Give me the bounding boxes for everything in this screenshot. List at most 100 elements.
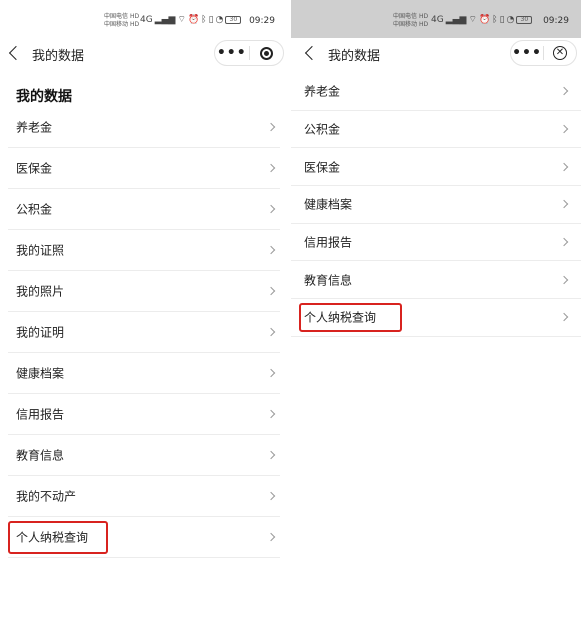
carrier-1: 中国电信 [393, 13, 418, 20]
nav-bar: 我的数据 ••• ✕ [291, 38, 581, 68]
page-heading: 我的数据 [16, 89, 72, 105]
network-badge-1: HD [129, 13, 140, 20]
close-mini-program-button[interactable]: ✕ [544, 41, 576, 65]
list-item[interactable]: 信用报告 [8, 394, 280, 435]
chevron-right-icon [266, 409, 276, 419]
target-close-icon [259, 46, 273, 60]
list-item[interactable]: 养老金 [291, 73, 581, 111]
speed-icon: ◔ [506, 15, 515, 25]
chevron-right-icon [266, 122, 276, 132]
vibrate-icon: ▯ [208, 15, 214, 25]
list-item-label: 公积金 [16, 202, 53, 217]
network-badge-2: HD [129, 21, 140, 28]
nav-title: 我的数据 [32, 49, 85, 64]
list-item-label: 我的证明 [16, 325, 65, 340]
nav-title: 我的数据 [328, 49, 381, 64]
list-item[interactable]: 教育信息 [291, 261, 581, 300]
right-phone-screen: 中国电信 HD 中国移动 HD 4G ▂▄▆ ⌔ ⏰ ᛒ ▯ ◔ 30 09:2… [291, 0, 581, 640]
chevron-right-icon [559, 87, 569, 96]
list-item[interactable]: 公积金 [291, 111, 581, 149]
chevron-right-icon [266, 245, 276, 255]
bluetooth-icon: ᛒ [201, 15, 207, 25]
list-item[interactable]: 信用报告 [291, 224, 581, 262]
status-bar: 中国电信 HD 中国移动 HD 4G ▂▄▆ ⌔ ⏰ ᛒ ▯ ◔ 30 09:2… [291, 0, 581, 38]
list-item[interactable]: 健康档案 [291, 186, 581, 224]
list-item[interactable]: 养老金 [8, 107, 280, 148]
chevron-right-icon [266, 286, 276, 296]
chevron-right-icon [559, 237, 569, 247]
carrier-info: 中国电信 HD 中国移动 HD [393, 13, 428, 29]
chevron-right-icon [266, 368, 276, 378]
list-item-label: 养老金 [304, 84, 341, 99]
data-list: 养老金 医保金 公积金 我的证照 我的照片 我的证明 健康档案 信用报告 教育信… [0, 107, 280, 558]
carrier-2: 中国移动 [104, 21, 129, 28]
list-item-label: 健康档案 [16, 366, 65, 381]
list-item-label: 医保金 [16, 161, 53, 176]
chevron-right-icon [266, 450, 276, 460]
close-circle-icon: ✕ [553, 46, 567, 60]
status-time: 09:29 [543, 16, 569, 26]
battery-icon: 30 [516, 16, 533, 24]
signal-icon: 4G [431, 15, 444, 25]
alarm-icon: ⏰ [478, 15, 491, 25]
chevron-right-icon [559, 200, 569, 209]
battery-icon: 30 [225, 16, 242, 24]
speed-icon: ◔ [215, 15, 224, 25]
chevron-right-icon [266, 491, 276, 501]
list-item-label: 公积金 [304, 122, 341, 137]
signal-icon: 4G [140, 15, 153, 25]
list-item[interactable]: 健康档案 [8, 353, 280, 394]
list-item-label: 个人纳税查询 [16, 530, 89, 545]
list-item-tax-query[interactable]: 个人纳税查询 [8, 517, 280, 558]
list-item[interactable]: 医保金 [8, 148, 280, 189]
network-badge-2: HD [418, 21, 429, 28]
list-item-label: 健康档案 [304, 197, 353, 212]
list-item[interactable]: 医保金 [291, 148, 581, 187]
signal-bars-icon: ▂▄▆ [445, 15, 467, 25]
list-item[interactable]: 我的证明 [8, 312, 280, 353]
chevron-right-icon [266, 532, 276, 542]
list-item-label: 我的照片 [16, 284, 65, 299]
list-item-label: 个人纳税查询 [304, 310, 377, 325]
chevron-right-icon [559, 124, 569, 134]
list-item[interactable]: 教育信息 [8, 435, 280, 476]
list-item-tax-query[interactable]: 个人纳税查询 [291, 299, 581, 337]
carrier-2: 中国移动 [393, 21, 418, 28]
carrier-info: 中国电信 HD 中国移动 HD [104, 13, 139, 29]
signal-bars-icon: ▂▄▆ [154, 15, 176, 25]
chevron-right-icon [559, 162, 569, 171]
status-icons: 4G ▂▄▆ ⌔ ⏰ ᛒ ▯ ◔ 30 [140, 15, 242, 25]
chevron-right-icon [266, 327, 276, 337]
status-time: 09:29 [249, 16, 275, 26]
list-item[interactable]: 我的证照 [8, 230, 280, 271]
nav-bar: 我的数据 ••• [0, 38, 286, 68]
more-menu-button[interactable]: ••• [215, 41, 249, 65]
chevron-right-icon [559, 313, 569, 322]
wifi-icon: ⌔ [177, 15, 186, 25]
alarm-icon: ⏰ [187, 15, 200, 25]
mini-program-capsule: ••• [214, 40, 284, 66]
back-arrow-icon[interactable] [303, 43, 319, 63]
status-bar: 中国电信 HD 中国移动 HD 4G ▂▄▆ ⌔ ⏰ ᛒ ▯ ◔ 30 09:2… [0, 0, 286, 38]
carrier-1: 中国电信 [104, 13, 129, 20]
list-item-label: 信用报告 [16, 407, 65, 422]
bluetooth-icon: ᛒ [492, 15, 498, 25]
status-icons: 4G ▂▄▆ ⌔ ⏰ ᛒ ▯ ◔ 30 [431, 15, 539, 25]
list-item-label: 我的不动产 [16, 489, 77, 504]
list-item-label: 信用报告 [304, 235, 353, 250]
mini-program-capsule: ••• ✕ [510, 40, 577, 66]
left-phone-screen: 中国电信 HD 中国移动 HD 4G ▂▄▆ ⌔ ⏰ ᛒ ▯ ◔ 30 09:2… [0, 0, 286, 640]
back-arrow-icon[interactable] [7, 43, 23, 63]
list-item[interactable]: 公积金 [8, 189, 280, 230]
wifi-icon: ⌔ [468, 15, 477, 25]
close-mini-program-button[interactable] [250, 41, 284, 65]
list-item-label: 医保金 [304, 160, 341, 175]
list-item[interactable]: 我的照片 [8, 271, 280, 312]
more-menu-button[interactable]: ••• [511, 41, 543, 65]
list-item-label: 教育信息 [304, 273, 353, 288]
list-item-label: 我的证照 [16, 243, 65, 258]
vibrate-icon: ▯ [499, 15, 505, 25]
chevron-right-icon [559, 275, 569, 285]
list-item[interactable]: 我的不动产 [8, 476, 280, 517]
chevron-right-icon [266, 204, 276, 214]
